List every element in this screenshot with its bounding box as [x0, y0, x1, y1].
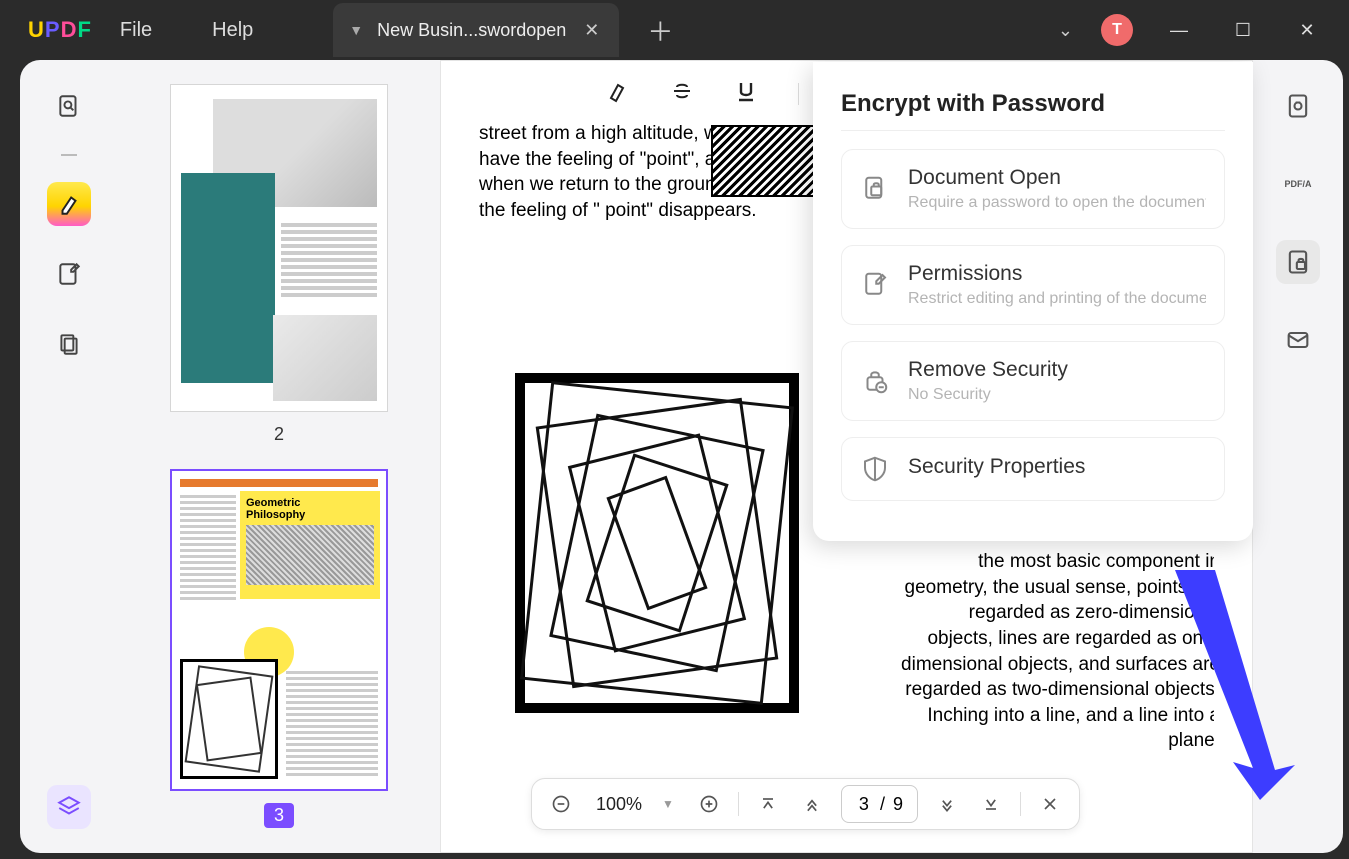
convert-tool[interactable]: [1276, 84, 1320, 128]
rail-divider: [61, 154, 77, 156]
thumb-num-3: 3: [264, 803, 294, 828]
body-text-right: the most basic component in geometry, th…: [900, 549, 1214, 754]
search-tool[interactable]: [47, 84, 91, 128]
app-logo: UPDF: [28, 17, 92, 43]
close-window-button[interactable]: ✕: [1289, 12, 1325, 48]
permissions-title: Permissions: [908, 262, 1206, 286]
tab-close-icon[interactable]: ✕: [580, 18, 603, 43]
highlighter-icon[interactable]: [606, 79, 630, 108]
titlebar: UPDF File Help ▼ New Busin...swordopen ✕…: [0, 0, 1349, 60]
tab-title: New Busin...swordopen: [377, 20, 566, 41]
thumb-teal-block: [181, 173, 275, 383]
spiral-image: [515, 373, 799, 713]
titlebar-chevron-icon[interactable]: ⌄: [1058, 20, 1073, 41]
current-page: 3: [856, 794, 872, 815]
security-properties-title: Security Properties: [908, 455, 1206, 479]
thumbnail-panel: 2 Geometric Philosophy 3: [118, 60, 440, 853]
maximize-button[interactable]: ☐: [1225, 12, 1261, 48]
thumb-title1: Geometric: [246, 497, 374, 509]
pdfa-tool[interactable]: PDF/A: [1276, 162, 1320, 206]
user-avatar[interactable]: T: [1101, 14, 1133, 46]
thumb-title2: Philosophy: [246, 509, 374, 521]
thumb-small-img: [246, 525, 374, 585]
document-open-card[interactable]: Document Open Require a password to open…: [841, 149, 1225, 229]
permissions-icon: [860, 270, 890, 300]
right-rail: PDF/A: [1253, 60, 1343, 853]
highlight-tool[interactable]: [47, 182, 91, 226]
pages-tool[interactable]: [47, 322, 91, 366]
document-open-sub: Require a password to open the document: [908, 194, 1206, 212]
prev-page-button[interactable]: [797, 789, 827, 819]
menu-file[interactable]: File: [120, 19, 152, 42]
thumb-left-lines: [180, 495, 236, 603]
thumbnail-page-3[interactable]: Geometric Philosophy: [170, 469, 388, 791]
minimize-button[interactable]: —: [1161, 12, 1197, 48]
layers-tool[interactable]: [47, 785, 91, 829]
next-page-button[interactable]: [932, 789, 962, 819]
zoom-value: 100%: [590, 794, 648, 815]
permissions-sub: Restrict editing and printing of the doc…: [908, 290, 1206, 308]
zoom-out-button[interactable]: [546, 789, 576, 819]
thumb-yellow-card: Geometric Philosophy: [240, 491, 380, 599]
document-open-title: Document Open: [908, 166, 1206, 190]
thumb-photo2: [273, 315, 377, 401]
page-indicator[interactable]: 3 / 9: [841, 785, 918, 823]
thumb-text-lines: [281, 223, 377, 313]
tab-caret-icon[interactable]: ▼: [349, 22, 363, 38]
thumb-right-lines: [286, 671, 378, 779]
underline-icon[interactable]: [734, 79, 758, 108]
bb-sep1: [738, 792, 739, 816]
annotate-toolbar: [606, 79, 799, 108]
panel-title: Encrypt with Password: [841, 90, 1225, 118]
permissions-card[interactable]: Permissions Restrict editing and printin…: [841, 245, 1225, 325]
thumb-spiral: [180, 659, 278, 779]
page-sep: /: [880, 794, 885, 815]
add-tab-button[interactable]: ＋: [647, 12, 673, 49]
close-toolbar-button[interactable]: [1035, 789, 1065, 819]
zoom-caret-icon[interactable]: ▼: [662, 797, 674, 811]
bb-sep2: [1020, 792, 1021, 816]
first-page-button[interactable]: [753, 789, 783, 819]
menu-help[interactable]: Help: [212, 19, 253, 42]
shield-icon: [860, 454, 890, 484]
security-properties-card[interactable]: Security Properties: [841, 437, 1225, 501]
lock-doc-icon: [860, 174, 890, 204]
share-tool[interactable]: [1276, 318, 1320, 362]
workspace: 2 Geometric Philosophy 3 street from: [20, 60, 1343, 853]
toolbar-sep: [798, 83, 799, 105]
remove-security-card[interactable]: Remove Security No Security: [841, 341, 1225, 421]
encrypt-panel: Encrypt with Password Document Open Requ…: [813, 62, 1253, 541]
remove-security-title: Remove Security: [908, 358, 1206, 382]
remove-security-icon: [860, 366, 890, 396]
pdfa-label: PDF/A: [1285, 180, 1312, 189]
protect-tool[interactable]: [1276, 240, 1320, 284]
total-pages: 9: [893, 794, 903, 815]
bottom-toolbar: 100% ▼ 3 / 9: [531, 778, 1080, 830]
document-tab[interactable]: ▼ New Busin...swordopen ✕: [333, 3, 619, 57]
edit-tool[interactable]: [47, 252, 91, 296]
thumbnail-page-2[interactable]: [170, 84, 388, 412]
left-rail: [20, 60, 118, 853]
remove-security-sub: No Security: [908, 386, 1206, 404]
thumb-num-2: 2: [146, 424, 412, 445]
panel-divider: [841, 130, 1225, 131]
strikethrough-icon[interactable]: [670, 79, 694, 108]
zoom-in-button[interactable]: [694, 789, 724, 819]
last-page-button[interactable]: [976, 789, 1006, 819]
thumb-bar: [180, 479, 378, 487]
